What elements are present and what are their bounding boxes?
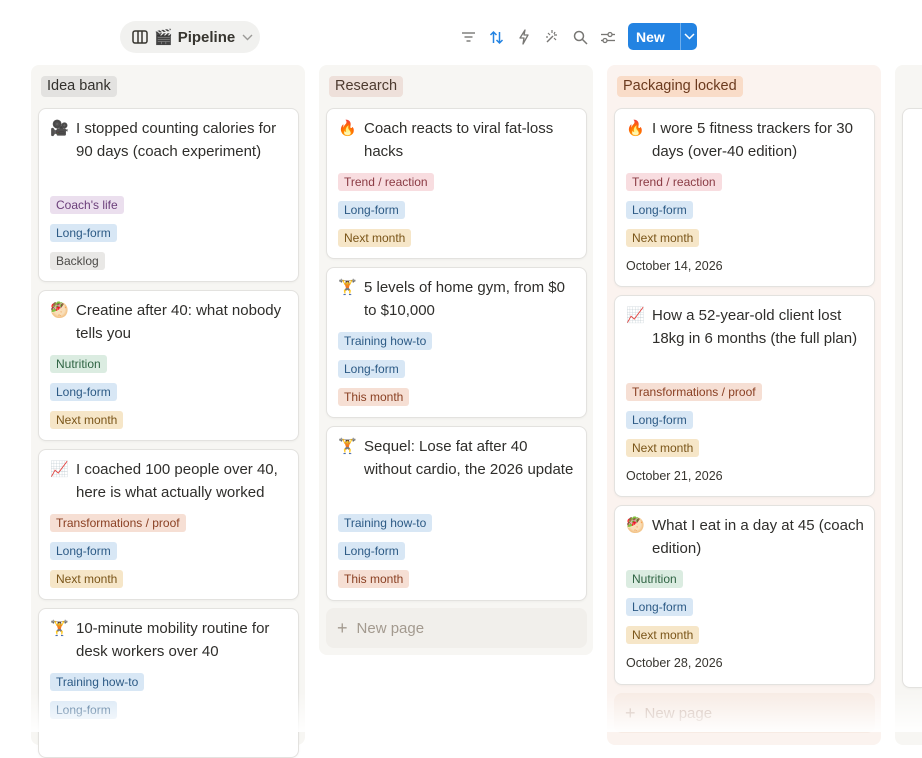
tag: Next month <box>50 411 124 429</box>
chart-up-icon: 📈 <box>50 461 69 478</box>
card[interactable]: 📈 How a 52-year-old client lost 18kg in 6… <box>614 295 875 497</box>
card[interactable] <box>902 108 922 688</box>
columns-icon <box>132 30 148 44</box>
tag: Trend / reaction <box>338 173 434 191</box>
settings-sliders-icon[interactable] <box>599 28 617 46</box>
salad-icon: 🥙 <box>626 517 645 534</box>
tag: Trend / reaction <box>626 173 722 191</box>
tag: Transformations / proof <box>50 514 186 532</box>
tag: Backlog <box>50 252 105 270</box>
tag: Training how-to <box>50 673 145 691</box>
column-title: Packaging locked <box>617 76 743 97</box>
fire-icon: 🔥 <box>338 120 357 137</box>
tag: Long-form <box>338 542 405 560</box>
column-packaging-locked: Packaging locked 🔥 I wore 5 fitness track… <box>607 65 881 745</box>
card-title: I wore 5 fitness trackers for 30 days (o… <box>652 120 853 160</box>
tag: Long-form <box>50 383 117 401</box>
card-title: 5 levels of home gym, from $0 to $10,000 <box>364 279 565 319</box>
salad-icon: 🥙 <box>50 302 69 319</box>
card[interactable]: 🏋️ 5 levels of home gym, from $0 to $10,0… <box>326 267 587 418</box>
column-idea-bank: Idea bank 🎥 I stopped counting calories f… <box>31 65 305 758</box>
card-title: I coached 100 people over 40, here is wh… <box>76 461 278 501</box>
search-icon[interactable] <box>571 28 589 46</box>
tag: Long-form <box>338 201 405 219</box>
card[interactable]: 📈 I coached 100 people over 40, here is w… <box>38 449 299 600</box>
card-title: How a 52-year-old client lost 18kg in 6 … <box>652 307 858 347</box>
sort-icon[interactable] <box>487 28 505 46</box>
column-next-partial <box>895 65 922 745</box>
card[interactable]: 🥙 What I eat in a day at 45 (coach editio… <box>614 505 875 685</box>
new-button[interactable]: New <box>628 23 697 50</box>
tag: Nutrition <box>626 570 683 588</box>
view-emoji: 🎬 <box>154 29 173 46</box>
card[interactable]: 🏋️ 10-minute mobility routine for desk wo… <box>38 608 299 758</box>
card[interactable]: 🎥 I stopped counting calories for 90 days… <box>38 108 299 282</box>
tag: This month <box>338 388 410 406</box>
card-title: 10-minute mobility routine for desk work… <box>76 620 270 660</box>
new-button-label: New <box>636 28 665 45</box>
tag: Training how-to <box>338 514 433 532</box>
card-title: Coach reacts to viral fat-loss hacks <box>364 120 554 160</box>
tag: Long-form <box>338 360 405 378</box>
view-name: Pipeline <box>177 28 236 46</box>
chart-up-icon: 📈 <box>626 307 645 324</box>
card[interactable]: 🏋️ Sequel: Lose fat after 40 without card… <box>326 426 587 601</box>
card-title: Creatine after 40: what nobody tells you <box>76 302 282 342</box>
tag: Next month <box>626 229 700 247</box>
card-title: I stopped counting calories for 90 days … <box>76 120 277 160</box>
new-page-label: New page <box>644 704 713 722</box>
tag: Next month <box>626 626 700 644</box>
new-page-label: New page <box>356 619 425 637</box>
card-date: October 21, 2026 <box>626 469 723 483</box>
tag: This month <box>338 570 410 588</box>
tag: Training how-to <box>338 332 433 350</box>
tag: Long-form <box>626 201 693 219</box>
column-title: Research <box>329 76 404 97</box>
card-date: October 28, 2026 <box>626 656 723 670</box>
camera-icon: 🎥 <box>50 120 69 137</box>
tag: Next month <box>50 570 124 588</box>
plus-icon: + <box>337 618 348 638</box>
card[interactable]: 🔥 Coach reacts to viral fat-loss hacks Tr… <box>326 108 587 259</box>
tag: Long-form <box>626 411 693 429</box>
weightlifter-icon: 🏋️ <box>338 438 357 455</box>
card[interactable]: 🥙 Creatine after 40: what nobody tells yo… <box>38 290 299 441</box>
weightlifter-icon: 🏋️ <box>50 620 69 637</box>
tag: Transformations / proof <box>626 383 762 401</box>
chevron-down-icon[interactable] <box>681 33 697 40</box>
lightning-icon[interactable] <box>515 28 533 46</box>
card-title: Sequel: Lose fat after 40 without cardio… <box>364 438 574 478</box>
plus-icon: + <box>625 703 636 723</box>
tag: Long-form <box>50 224 117 242</box>
board-toolbar: 🎬 Pipeline New <box>0 0 922 70</box>
view-selector[interactable]: 🎬 Pipeline <box>120 21 260 53</box>
fire-icon: 🔥 <box>626 120 645 137</box>
filter-icon[interactable] <box>459 28 477 46</box>
sparkle-icon[interactable] <box>543 28 561 46</box>
tag: Coach's life <box>50 196 124 214</box>
new-page-button[interactable]: + New page <box>614 693 875 733</box>
card-title: What I eat in a day at 45 (coach edition… <box>652 517 864 557</box>
chevron-down-icon <box>242 34 253 41</box>
tag: Long-form <box>50 542 117 560</box>
weightlifter-icon: 🏋️ <box>338 279 357 296</box>
tag: Long-form <box>50 701 117 719</box>
tag: Long-form <box>626 598 693 616</box>
tag: Next month <box>626 439 700 457</box>
column-title: Idea bank <box>41 76 117 97</box>
card[interactable]: 🔥 I wore 5 fitness trackers for 30 days (… <box>614 108 875 287</box>
card-date: October 14, 2026 <box>626 259 723 273</box>
column-research: Research 🔥 Coach reacts to viral fat-loss… <box>319 65 593 655</box>
tag: Next month <box>338 229 412 247</box>
new-page-button[interactable]: + New page <box>326 608 587 648</box>
tag: Nutrition <box>50 355 107 373</box>
